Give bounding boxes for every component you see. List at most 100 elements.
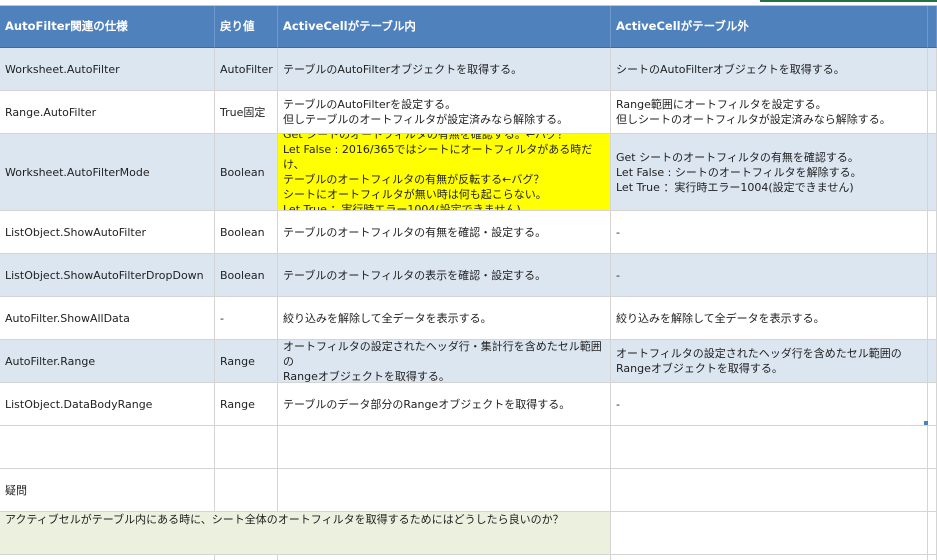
empty-cell[interactable] — [611, 555, 928, 560]
header-inside[interactable]: ActiveCellがテーブル内 — [278, 6, 611, 48]
cell-inside-highlighted[interactable]: Get シートのオートフィルタの有無を確認する。←バグ？ Let False :… — [278, 134, 611, 211]
cell-extra[interactable] — [928, 383, 937, 426]
cell-outside[interactable]: - — [611, 211, 928, 254]
header-outside[interactable]: ActiveCellがテーブル外 — [611, 6, 928, 48]
cell-extra[interactable] — [928, 211, 937, 254]
cell-text: - — [220, 311, 224, 325]
cell-outside[interactable]: - — [611, 383, 928, 426]
cell-line: 絞り込みを解除して全データを表示する。 — [616, 311, 825, 325]
empty-cell[interactable] — [0, 426, 215, 469]
cell-outside[interactable]: Get シートのオートフィルタの有無を確認する。 Let False : シート… — [611, 134, 928, 211]
empty-cell[interactable] — [215, 469, 278, 512]
empty-cell[interactable] — [611, 469, 928, 512]
empty-cell[interactable] — [0, 555, 215, 560]
cell-text: ListObject.ShowAutoFilterDropDown — [5, 268, 204, 282]
cell-extra[interactable] — [928, 254, 937, 297]
question-text-cell[interactable]: アクティブセルがテーブル内にある時に、シート全体のオートフィルタを取得するために… — [0, 512, 611, 555]
cell-spec[interactable]: ListObject.DataBodyRange — [0, 383, 215, 426]
cell-spec[interactable]: ListObject.ShowAutoFilter — [0, 211, 215, 254]
table-resize-handle[interactable] — [924, 421, 928, 425]
cell-text: Worksheet.AutoFilterMode — [5, 165, 150, 179]
cell-inside[interactable]: テーブルのAutoFilterを設定する。但しテーブルのオートフィルタが設定済み… — [278, 91, 611, 134]
header-return-label: 戻り値 — [220, 19, 255, 33]
cell-line: - — [616, 397, 620, 411]
cell-return[interactable]: Boolean — [215, 254, 278, 297]
empty-cell[interactable] — [928, 426, 937, 469]
cell-inside[interactable]: テーブルのデータ部分のRangeオブジェクトを取得する。 — [278, 383, 611, 426]
cell-spec[interactable]: Worksheet.AutoFilterMode — [0, 134, 215, 211]
header-spec-label: AutoFilter関連の仕様 — [5, 19, 128, 33]
question-label: 疑問 — [5, 483, 27, 497]
empty-cell[interactable] — [611, 426, 928, 469]
cell-line: Rangeオブジェクトを取得する。 — [283, 369, 450, 383]
header-return[interactable]: 戻り値 — [215, 6, 278, 48]
cell-outside[interactable]: 絞り込みを解除して全データを表示する。 — [611, 297, 928, 340]
cell-line: オートフィルタの設定されたヘッダ行・集計行を含めたセル範囲の — [283, 340, 602, 368]
cell-text: AutoFilter — [220, 62, 273, 76]
cell-outside[interactable]: オートフィルタの設定されたヘッダ行を含めたセル範囲の Rangeオブジェクトを取得… — [611, 340, 928, 383]
cell-text: AutoFilter.Range — [5, 354, 96, 368]
cell-spec[interactable]: Range.AutoFilter — [0, 91, 215, 134]
cell-inside[interactable]: テーブルのオートフィルタの表示を確認・設定する。 — [278, 254, 611, 297]
cell-line: オートフィルタの設定されたヘッダ行を含めたセル範囲の — [616, 347, 902, 360]
header-inside-label: ActiveCellがテーブル内 — [283, 19, 416, 33]
cell-line: テーブルのAutoFilterを設定する。 — [283, 98, 457, 111]
cell-return[interactable]: Boolean — [215, 211, 278, 254]
cell-line: - — [616, 268, 620, 282]
cell-return[interactable]: Range — [215, 383, 278, 426]
cell-extra[interactable] — [928, 340, 937, 383]
cell-spec[interactable]: AutoFilter.Range — [0, 340, 215, 383]
question-text: アクティブセルがテーブル内にある時に、シート全体のオートフィルタを取得するために… — [5, 512, 564, 526]
cell-text: ListObject.DataBodyRange — [5, 397, 153, 411]
empty-cell[interactable] — [215, 426, 278, 469]
cell-line: テーブルのAutoFilterオブジェクトを取得する。 — [283, 62, 523, 76]
cell-inside[interactable]: テーブルのAutoFilterオブジェクトを取得する。 — [278, 48, 611, 91]
header-extra[interactable] — [928, 6, 937, 48]
empty-cell[interactable] — [278, 555, 611, 560]
cell-text: Boolean — [220, 268, 265, 282]
cell-return[interactable]: Range — [215, 340, 278, 383]
cell-return[interactable]: Boolean — [215, 134, 278, 211]
cell-extra[interactable] — [928, 91, 937, 134]
empty-cell[interactable] — [928, 512, 937, 555]
cell-text: Range — [220, 397, 255, 411]
cell-line: Let True ：実行時エラー1004(設定できません) — [283, 203, 521, 211]
cell-outside[interactable]: Range範囲にオートフィルタを設定する。 但しシートのオートフィルタが設定済みな… — [611, 91, 928, 134]
empty-cell[interactable] — [278, 426, 611, 469]
empty-cell[interactable] — [928, 555, 937, 560]
cell-line: テーブルのオートフィルタの有無が反転する←バグ？ — [283, 173, 545, 186]
cell-return[interactable]: AutoFilter — [215, 48, 278, 91]
cell-outside[interactable]: シートのAutoFilterオブジェクトを取得する。 — [611, 48, 928, 91]
cell-spec[interactable]: ListObject.ShowAutoFilterDropDown — [0, 254, 215, 297]
cell-extra[interactable] — [928, 134, 937, 211]
cell-line: テーブルのオートフィルタの表示を確認・設定する。 — [283, 268, 547, 282]
cell-line: 但しテーブルのオートフィルタが設定済みなら解除する。 — [283, 113, 569, 126]
cell-inside[interactable]: 絞り込みを解除して全データを表示する。 — [278, 297, 611, 340]
cell-text: ListObject.ShowAutoFilter — [5, 225, 147, 239]
cell-text: Boolean — [220, 165, 265, 179]
cell-line: - — [616, 225, 620, 239]
selection-indicator — [760, 0, 937, 2]
cell-return[interactable]: True固定 — [215, 91, 278, 134]
cell-outside[interactable]: - — [611, 254, 928, 297]
cell-line: Get シートのオートフィルタの有無を確認する。 — [616, 150, 859, 164]
cell-extra[interactable] — [928, 48, 937, 91]
empty-cell[interactable] — [611, 512, 928, 555]
cell-extra[interactable] — [928, 297, 937, 340]
cell-inside[interactable]: オートフィルタの設定されたヘッダ行・集計行を含めたセル範囲の Rangeオブジェク… — [278, 340, 611, 383]
empty-cell[interactable] — [215, 555, 278, 560]
empty-cell[interactable] — [278, 469, 611, 512]
header-spec[interactable]: AutoFilter関連の仕様 — [0, 6, 215, 48]
header-outside-label: ActiveCellがテーブル外 — [616, 19, 749, 33]
cell-return[interactable]: - — [215, 297, 278, 340]
cell-line: テーブルのオートフィルタの有無を確認・設定する。 — [283, 225, 547, 239]
question-label-cell[interactable]: 疑問 — [0, 469, 215, 512]
cell-text: Range — [220, 354, 255, 368]
cell-spec[interactable]: AutoFilter.ShowAllData — [0, 297, 215, 340]
cell-text: True固定 — [220, 105, 266, 119]
cell-inside[interactable]: テーブルのオートフィルタの有無を確認・設定する。 — [278, 211, 611, 254]
cell-line: Rangeオブジェクトを取得する。 — [616, 362, 783, 375]
cell-line: テーブルのデータ部分のRangeオブジェクトを取得する。 — [283, 397, 571, 411]
cell-spec[interactable]: Worksheet.AutoFilter — [0, 48, 215, 91]
empty-cell[interactable] — [928, 469, 937, 512]
